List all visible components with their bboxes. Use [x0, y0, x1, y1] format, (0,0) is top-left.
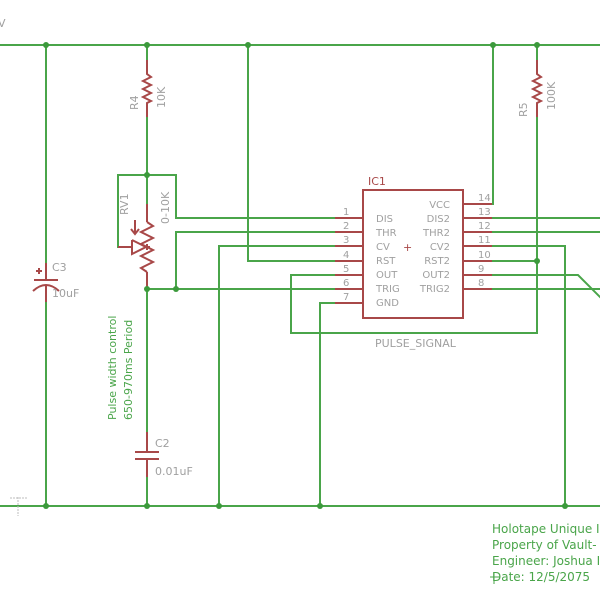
pin-3-name: CV: [376, 242, 390, 253]
pin-4-name: RST: [376, 256, 396, 267]
pin-9-number: 9: [478, 264, 484, 275]
r4-name: R4: [128, 95, 141, 110]
note-line-1: Pulse width control: [106, 316, 119, 420]
junction: [562, 503, 568, 509]
potentiometer-rv1-icon: [118, 204, 156, 289]
pin-4-number: 4: [343, 250, 349, 261]
pin-10-number: 10: [478, 250, 491, 261]
pin-10-name: RST2: [424, 256, 450, 267]
pin-5-number: 5: [343, 264, 349, 275]
junction: [216, 503, 222, 509]
c2-value: 0.01uF: [155, 465, 193, 478]
r4-value: 10K: [155, 86, 168, 108]
pin-6-name: TRIG: [375, 284, 400, 295]
resistor-r5-icon: [530, 60, 544, 117]
r5-name: R5: [517, 102, 530, 117]
pin-8-name: TRIG2: [419, 284, 450, 295]
junction: [43, 503, 49, 509]
pin-14-number: 14: [478, 193, 491, 204]
note-line-2: 650-970ms Period: [122, 320, 135, 420]
title-block-line-2: Property of Vault-: [492, 538, 597, 552]
junction: [534, 258, 540, 264]
junction: [245, 42, 251, 48]
pin-7-name: GND: [376, 298, 399, 309]
pin11-wire: [492, 245, 566, 507]
junction: [534, 42, 540, 48]
pin-9-name: OUT2: [422, 270, 450, 281]
junction: [144, 172, 150, 178]
pin-14-name: VCC: [429, 200, 450, 211]
pin-2-number: 2: [343, 221, 349, 232]
pin-11-name: CV2: [430, 242, 450, 253]
title-block-line-4: Date: 12/5/2075: [492, 570, 590, 584]
junction: [144, 503, 150, 509]
top-rail-label: V: [0, 17, 6, 30]
schematic-canvas: V C3 10uF R4 10K RV1 0-10K Pulse width c…: [0, 17, 600, 584]
pin-13-name: DIS2: [427, 214, 450, 225]
out-pulse-signal-wire: [290, 116, 538, 334]
rv1-name: RV1: [118, 193, 131, 215]
title-block-line-3: Engineer: Joshua I: [492, 554, 600, 568]
title-block-line-1: Holotape Unique I: [492, 522, 600, 536]
ic1-center-mark: +: [403, 241, 412, 254]
pin-11-number: 11: [478, 235, 491, 246]
pin-6-number: 6: [343, 278, 349, 289]
rv1-value: 0-10K: [159, 191, 172, 224]
pin9-wire: [492, 274, 600, 299]
junction: [144, 286, 150, 292]
pin-12-name: THR2: [422, 228, 450, 239]
pin-7-number: 7: [343, 292, 349, 303]
rv1-wire: [117, 174, 341, 441]
pin-3-number: 3: [343, 235, 349, 246]
junction: [490, 42, 496, 48]
resistor-r4-icon: [140, 60, 154, 117]
pin-12-number: 12: [478, 221, 491, 232]
pin-5-name: OUT: [376, 270, 398, 281]
cv-wire: [218, 245, 341, 507]
junction: [173, 286, 179, 292]
rst-wire: [247, 44, 341, 262]
junction: [317, 503, 323, 509]
pin-13-number: 13: [478, 207, 491, 218]
junction: [144, 42, 150, 48]
r5-value: 100K: [545, 81, 558, 110]
c3-name: C3: [52, 261, 67, 274]
junction: [43, 42, 49, 48]
pin-2-name: THR: [375, 228, 397, 239]
pin-8-number: 8: [478, 278, 484, 289]
net-label-pulse-signal: PULSE_SIGNAL: [375, 337, 457, 350]
pin-1-number: 1: [343, 207, 349, 218]
c2-name: C2: [155, 437, 170, 450]
c3-value: 10uF: [52, 287, 79, 300]
ic1-name: IC1: [368, 175, 386, 188]
pin-1-name: DIS: [376, 214, 393, 225]
